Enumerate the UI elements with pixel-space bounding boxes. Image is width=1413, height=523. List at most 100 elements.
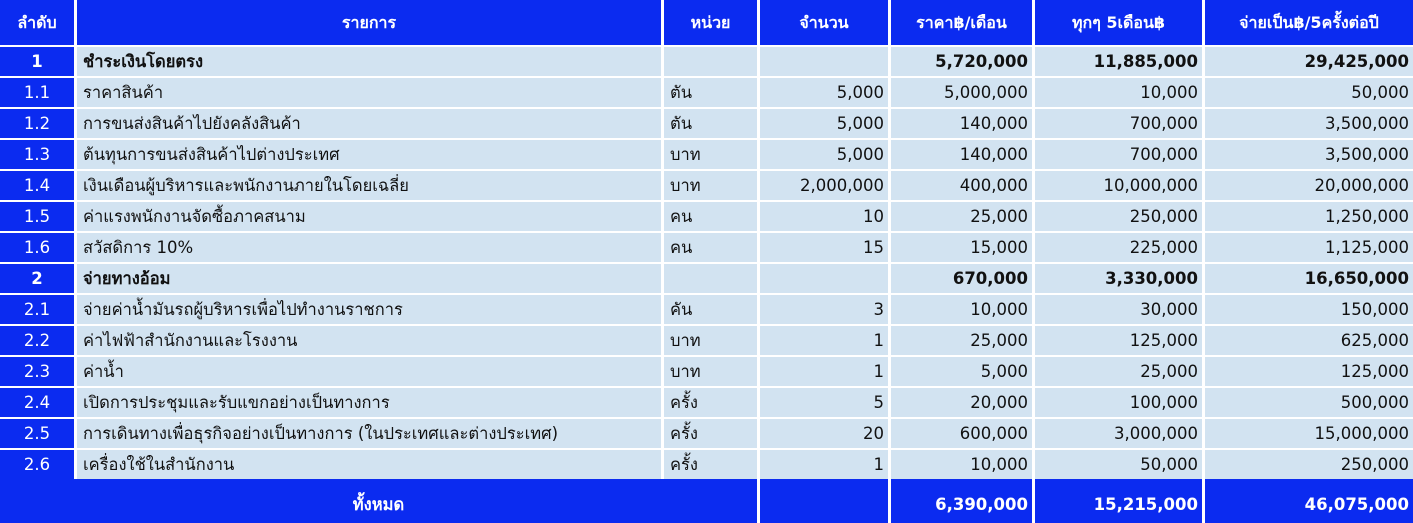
header-seq[interactable]: ลำดับ [0,0,74,45]
cell-qty[interactable]: 1 [760,450,888,479]
cell-pay5[interactable]: 3,500,000 [1205,140,1413,169]
cell-seq[interactable]: 2 [0,264,74,293]
cell-seq[interactable]: 2.1 [0,295,74,324]
cell-qty[interactable]: 1 [760,326,888,355]
cell-unit[interactable]: คน [664,233,757,262]
header-every5[interactable]: ทุกๆ 5เดือน฿ [1035,0,1202,45]
cell-seq[interactable]: 1.1 [0,78,74,107]
cell-qty[interactable]: 1 [760,357,888,386]
cell-qty[interactable]: 3 [760,295,888,324]
cell-price-month[interactable]: 5,000,000 [891,78,1032,107]
total-label[interactable]: ทั้งหมด [0,479,757,523]
header-item[interactable]: รายการ [77,0,661,45]
cell-pay5[interactable]: 20,000,000 [1205,171,1413,200]
cell-qty[interactable] [760,264,888,293]
cell-item[interactable]: ค่าน้ำ [77,357,661,386]
cell-seq[interactable]: 1.5 [0,202,74,231]
cell-every5[interactable]: 10,000,000 [1035,171,1202,200]
cell-item[interactable]: สวัสดิการ 10% [77,233,661,262]
cell-qty[interactable]: 5 [760,388,888,417]
cell-price-month[interactable]: 20,000 [891,388,1032,417]
cell-pay5[interactable]: 625,000 [1205,326,1413,355]
cell-price-month[interactable]: 600,000 [891,419,1032,448]
cell-item[interactable]: ต้นทุนการขนส่งสินค้าไปต่างประเทศ [77,140,661,169]
cell-item[interactable]: เปิดการประชุมและรับแขกอย่างเป็นทางการ [77,388,661,417]
cell-pay5[interactable]: 16,650,000 [1205,264,1413,293]
cell-price-month[interactable]: 25,000 [891,202,1032,231]
cell-unit[interactable]: คัน [664,295,757,324]
header-price-month[interactable]: ราคา฿/เดือน [891,0,1032,45]
cell-price-month[interactable]: 25,000 [891,326,1032,355]
cell-qty[interactable]: 5,000 [760,78,888,107]
cell-unit[interactable]: ตัน [664,78,757,107]
cell-every5[interactable]: 10,000 [1035,78,1202,107]
cell-item[interactable]: เครื่องใช้ในสำนักงาน [77,450,661,479]
cell-qty[interactable]: 2,000,000 [760,171,888,200]
total-every5[interactable]: 15,215,000 [1035,479,1202,523]
cell-qty[interactable]: 5,000 [760,109,888,138]
cell-every5[interactable]: 700,000 [1035,140,1202,169]
cell-unit[interactable]: บาท [664,171,757,200]
cell-seq[interactable]: 2.2 [0,326,74,355]
cell-price-month[interactable]: 140,000 [891,109,1032,138]
cell-unit[interactable]: ครั้ง [664,388,757,417]
cell-pay5[interactable]: 1,250,000 [1205,202,1413,231]
cell-every5[interactable]: 100,000 [1035,388,1202,417]
cell-qty[interactable]: 5,000 [760,140,888,169]
cell-pay5[interactable]: 1,125,000 [1205,233,1413,262]
cell-every5[interactable]: 125,000 [1035,326,1202,355]
cell-item[interactable]: ชำระเงินโดยตรง [77,47,661,76]
cell-seq[interactable]: 1.2 [0,109,74,138]
cell-seq[interactable]: 2.5 [0,419,74,448]
cell-price-month[interactable]: 670,000 [891,264,1032,293]
cell-pay5[interactable]: 125,000 [1205,357,1413,386]
cell-every5[interactable]: 700,000 [1035,109,1202,138]
cell-qty[interactable]: 15 [760,233,888,262]
cell-pay5[interactable]: 15,000,000 [1205,419,1413,448]
cell-item[interactable]: ค่าแรงพนักงานจัดซื้อภาคสนาม [77,202,661,231]
cell-every5[interactable]: 3,000,000 [1035,419,1202,448]
cell-item[interactable]: การเดินทางเพื่อธุรกิจอย่างเป็นทางการ (ใน… [77,419,661,448]
cell-item[interactable]: จ่ายค่าน้ำมันรถผู้บริหารเพื่อไปทำงานราชก… [77,295,661,324]
cell-unit[interactable] [664,264,757,293]
total-pay5[interactable]: 46,075,000 [1205,479,1413,523]
header-qty[interactable]: จำนวน [760,0,888,45]
cell-seq[interactable]: 1.4 [0,171,74,200]
cell-every5[interactable]: 3,330,000 [1035,264,1202,293]
cell-unit[interactable]: บาท [664,326,757,355]
cell-qty[interactable]: 20 [760,419,888,448]
cell-unit[interactable]: ครั้ง [664,450,757,479]
cell-every5[interactable]: 250,000 [1035,202,1202,231]
cell-seq[interactable]: 2.6 [0,450,74,479]
cell-price-month[interactable]: 10,000 [891,295,1032,324]
cell-every5[interactable]: 11,885,000 [1035,47,1202,76]
cell-every5[interactable]: 25,000 [1035,357,1202,386]
cell-every5[interactable]: 50,000 [1035,450,1202,479]
cell-price-month[interactable]: 5,720,000 [891,47,1032,76]
cell-unit[interactable]: ครั้ง [664,419,757,448]
cell-unit[interactable] [664,47,757,76]
cell-pay5[interactable]: 150,000 [1205,295,1413,324]
total-qty[interactable] [760,479,888,523]
cell-price-month[interactable]: 5,000 [891,357,1032,386]
cell-item[interactable]: การขนส่งสินค้าไปยังคลังสินค้า [77,109,661,138]
cell-qty[interactable] [760,47,888,76]
cell-pay5[interactable]: 29,425,000 [1205,47,1413,76]
cell-seq[interactable]: 2.4 [0,388,74,417]
cell-every5[interactable]: 30,000 [1035,295,1202,324]
cell-item[interactable]: ค่าไฟฟ้าสำนักงานและโรงงาน [77,326,661,355]
cell-unit[interactable]: บาท [664,357,757,386]
cell-seq[interactable]: 2.3 [0,357,74,386]
header-pay5[interactable]: จ่ายเป็น฿/5ครั้งต่อปี [1205,0,1413,45]
cell-unit[interactable]: ตัน [664,109,757,138]
cell-pay5[interactable]: 250,000 [1205,450,1413,479]
cell-qty[interactable]: 10 [760,202,888,231]
total-price-month[interactable]: 6,390,000 [891,479,1032,523]
cell-unit[interactable]: บาท [664,140,757,169]
cell-pay5[interactable]: 50,000 [1205,78,1413,107]
cell-seq[interactable]: 1.3 [0,140,74,169]
cell-price-month[interactable]: 400,000 [891,171,1032,200]
header-unit[interactable]: หน่วย [664,0,757,45]
cell-pay5[interactable]: 500,000 [1205,388,1413,417]
cell-price-month[interactable]: 10,000 [891,450,1032,479]
